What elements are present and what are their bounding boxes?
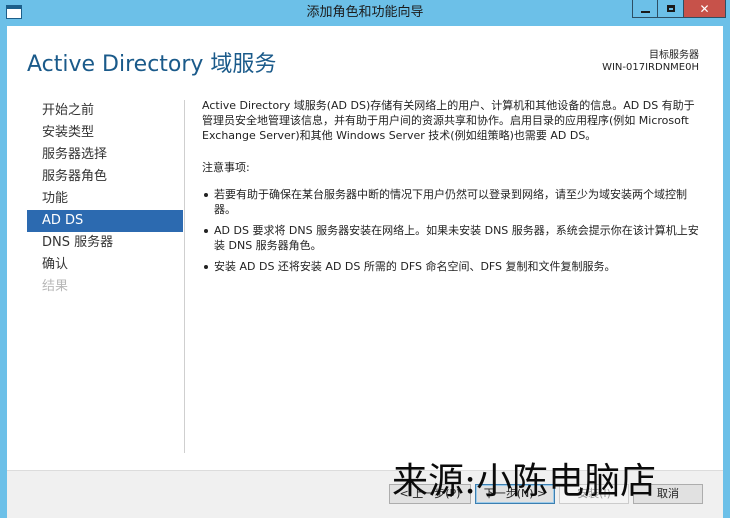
- nav-item-before-you-begin[interactable]: 开始之前: [27, 100, 183, 122]
- nav-item-confirmation[interactable]: 确认: [27, 254, 183, 276]
- watermark-text: 来源:小陈电脑店: [392, 461, 657, 502]
- list-item: AD DS 要求将 DNS 服务器安装在网络上。如果未安装 DNS 服务器，系统…: [202, 223, 702, 253]
- list-item: 若要有助于确保在某台服务器中断的情况下用户仍然可以登录到网络，请至少为域安装两个…: [202, 187, 702, 217]
- maximize-icon: [666, 5, 675, 12]
- destination-server-info: 目标服务器 WIN-017IRDNME0H: [602, 50, 699, 74]
- notes-label: 注意事项:: [202, 161, 250, 174]
- page-title: Active Directory 域服务: [27, 52, 277, 77]
- wizard-client-area: Active Directory 域服务 目标服务器 WIN-017IRDNME…: [7, 26, 723, 518]
- title-bar[interactable]: 添加角色和功能向导 ✕: [0, 0, 730, 26]
- nav-divider: [184, 100, 185, 453]
- intro-text: Active Directory 域服务(AD DS)存储有关网络上的用户、计算…: [202, 99, 695, 142]
- close-icon: ✕: [699, 1, 710, 16]
- nav-item-server-selection[interactable]: 服务器选择: [27, 144, 183, 166]
- caption-buttons: ✕: [632, 0, 726, 20]
- minimize-icon: [640, 10, 650, 13]
- maximize-button[interactable]: [658, 0, 684, 18]
- nav-item-results: 结果: [42, 279, 69, 294]
- wizard-navigation: 开始之前 安装类型 服务器选择 服务器角色 功能 AD DS DNS 服务器 确…: [27, 100, 183, 298]
- nav-item-features[interactable]: 功能: [27, 188, 183, 210]
- notes-list: 若要有助于确保在某台服务器中断的情况下用户仍然可以登录到网络，请至少为域安装两个…: [202, 187, 702, 274]
- nav-item-server-roles[interactable]: 服务器角色: [27, 166, 183, 188]
- destination-server-name: WIN-017IRDNME0H: [602, 62, 699, 73]
- nav-item-ad-ds[interactable]: AD DS: [27, 210, 183, 232]
- content-pane: Active Directory 域服务(AD DS)存储有关网络上的用户、计算…: [202, 98, 702, 280]
- close-button[interactable]: ✕: [684, 0, 726, 18]
- nav-item-installation-type[interactable]: 安装类型: [27, 122, 183, 144]
- window-title: 添加角色和功能向导: [306, 5, 424, 20]
- list-item: 安装 AD DS 还将安装 AD DS 所需的 DFS 命名空间、DFS 复制和…: [202, 259, 702, 274]
- destination-server-label: 目标服务器: [649, 50, 699, 61]
- nav-item-dns-server[interactable]: DNS 服务器: [27, 232, 183, 254]
- minimize-button[interactable]: [632, 0, 658, 18]
